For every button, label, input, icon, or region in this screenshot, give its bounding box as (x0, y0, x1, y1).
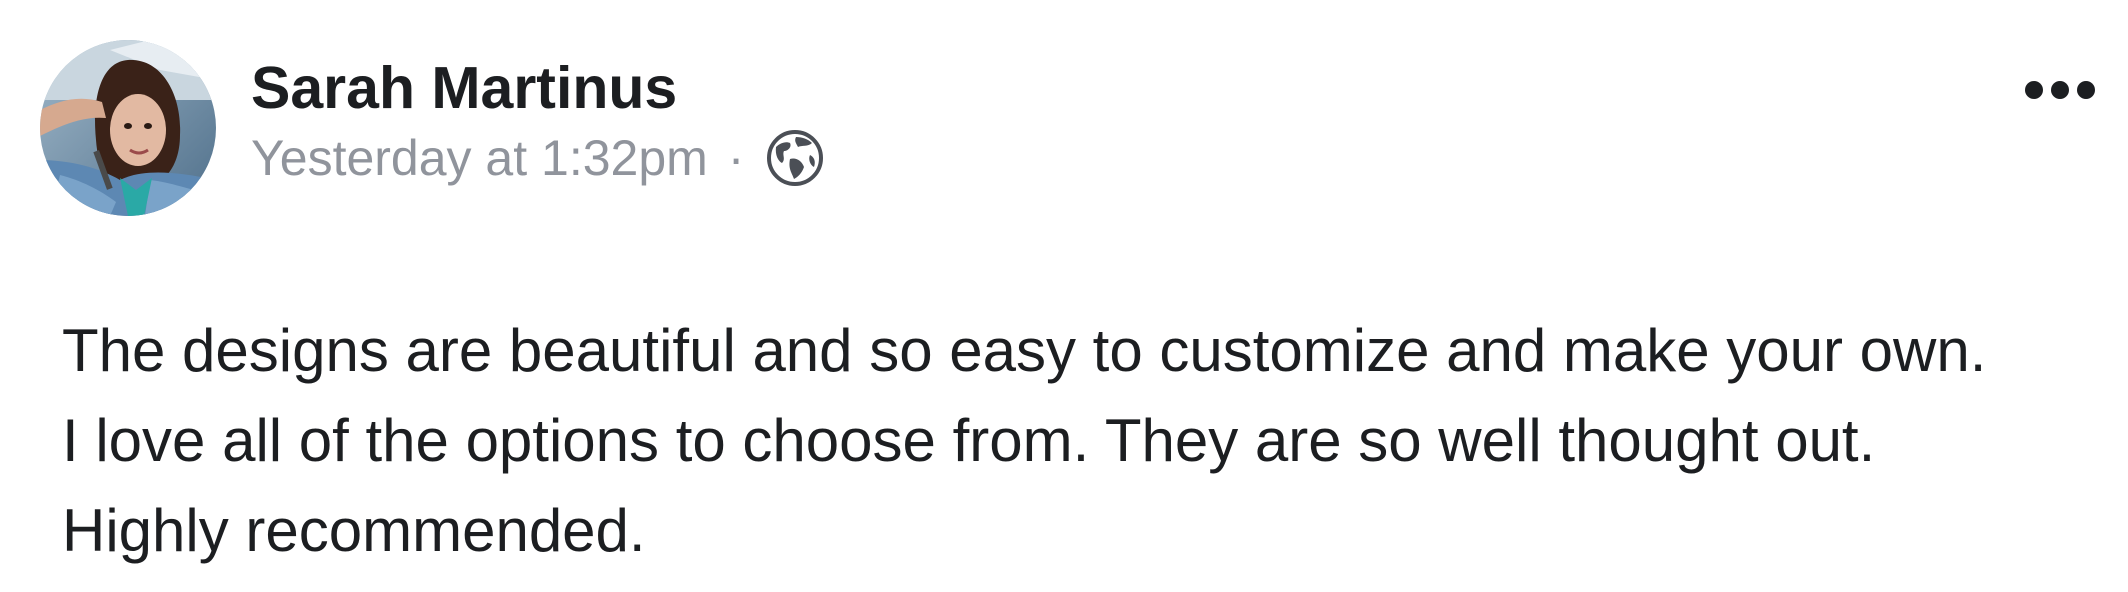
author-avatar[interactable] (40, 40, 216, 216)
globe-icon[interactable] (766, 129, 824, 187)
author-name[interactable]: Sarah Martinus (251, 52, 677, 124)
post-card: Sarah Martinus Yesterday at 1:32pm · The… (0, 0, 2128, 592)
post-text-line: The designs are beautiful and so easy to… (62, 317, 1987, 384)
profile-photo (40, 40, 216, 216)
post-timestamp[interactable]: Yesterday at 1:32pm (251, 126, 708, 190)
post-meta: Yesterday at 1:32pm · (251, 126, 824, 190)
meta-separator: · (727, 130, 745, 186)
more-dots-icon (2025, 81, 2095, 99)
post-text-line: Highly recommended. (62, 497, 646, 564)
more-options-button[interactable] (2020, 68, 2100, 112)
post-text-line: I love all of the options to choose from… (62, 407, 1876, 474)
post-body-text: The designs are beautiful and so easy to… (62, 306, 2102, 576)
